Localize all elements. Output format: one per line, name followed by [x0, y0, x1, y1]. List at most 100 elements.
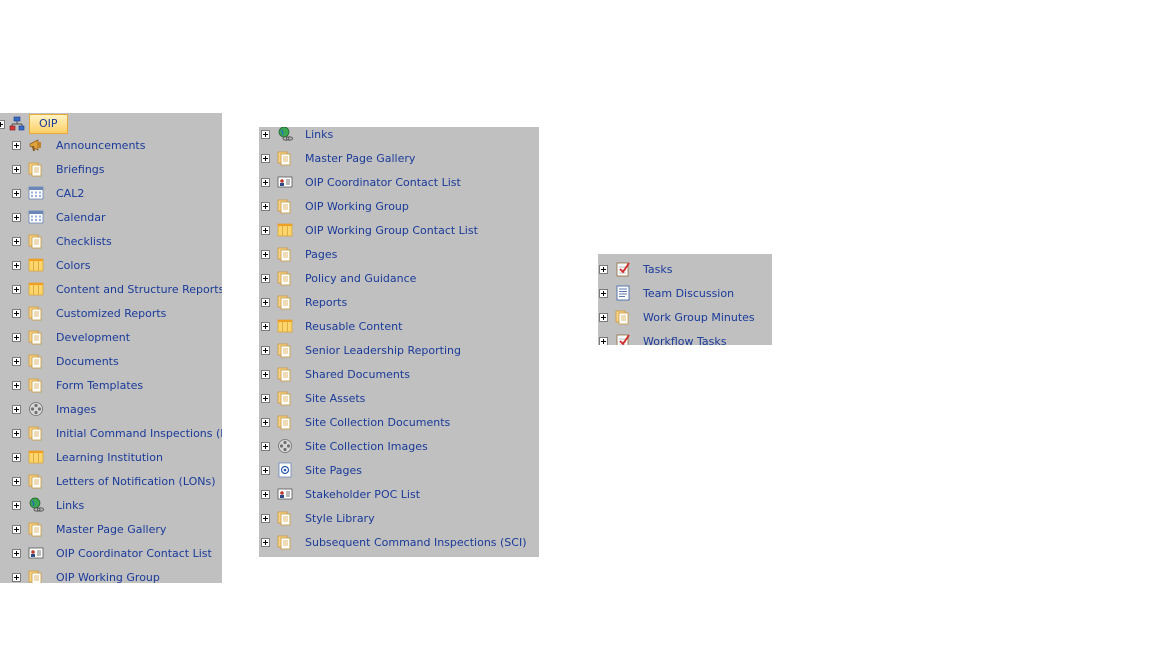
expand-toggle-icon[interactable]	[12, 404, 21, 414]
tree-node-site-collection-documents[interactable]: Site Collection Documents	[261, 410, 450, 434]
tree-node-label[interactable]: OIP Coordinator Contact List	[56, 547, 212, 560]
tree-node-label[interactable]: Reusable Content	[305, 320, 402, 333]
tree-node-tasks[interactable]: Tasks	[599, 257, 672, 281]
tree-node-learning-institution[interactable]: Learning Institution	[12, 445, 163, 469]
tree-node-site-collection-images[interactable]: Site Collection Images	[261, 434, 428, 458]
expand-toggle-icon[interactable]	[261, 273, 270, 283]
tree-node-label[interactable]: Site Assets	[305, 392, 365, 405]
tree-node-label[interactable]: Briefings	[56, 163, 105, 176]
tree-node-label[interactable]: Shared Documents	[305, 368, 410, 381]
tree-node-links[interactable]: Links	[261, 127, 333, 146]
expand-toggle-icon[interactable]	[12, 380, 21, 390]
expand-toggle-icon[interactable]	[12, 164, 21, 174]
expand-toggle-icon[interactable]	[261, 417, 270, 427]
expand-toggle-icon[interactable]	[599, 288, 608, 298]
tree-node-label[interactable]: Pages	[305, 248, 337, 261]
expand-toggle-icon[interactable]	[12, 524, 21, 534]
tree-node-announcements[interactable]: Announcements	[12, 133, 145, 157]
expand-toggle-icon[interactable]	[261, 489, 270, 499]
expand-toggle-icon[interactable]	[12, 500, 21, 510]
tree-node-letters-of-notification-lons[interactable]: Letters of Notification (LONs)	[12, 469, 216, 493]
tree-node-label[interactable]: Development	[56, 331, 130, 344]
tree-node-label[interactable]: Customized Reports	[56, 307, 166, 320]
expand-toggle-icon[interactable]	[599, 336, 608, 345]
tree-node-label[interactable]: Documents	[56, 355, 119, 368]
tree-node-label[interactable]: Content and Structure Reports	[56, 283, 222, 296]
tree-node-policy-and-guidance[interactable]: Policy and Guidance	[261, 266, 416, 290]
tree-node-work-group-minutes[interactable]: Work Group Minutes	[599, 305, 755, 329]
expand-toggle-icon[interactable]	[12, 284, 21, 294]
tree-node-label[interactable]: Reports	[305, 296, 347, 309]
tree-node-label[interactable]: Colors	[56, 259, 90, 272]
tree-node-label[interactable]: OIP Working Group	[56, 571, 160, 584]
tree-node-label[interactable]: Initial Command Inspections (ICI)	[56, 427, 222, 440]
expand-toggle-icon[interactable]	[12, 332, 21, 342]
tree-node-site-pages[interactable]: Site Pages	[261, 458, 362, 482]
tree-node-oip-working-group[interactable]: OIP Working Group	[12, 565, 160, 583]
tree-node-initial-command-inspections-ici[interactable]: Initial Command Inspections (ICI)	[12, 421, 222, 445]
tree-node-label[interactable]: OIP Coordinator Contact List	[305, 176, 461, 189]
tree-node-documents[interactable]: Documents	[12, 349, 119, 373]
expand-toggle-icon[interactable]	[261, 321, 270, 331]
tree-node-label[interactable]: Site Collection Documents	[305, 416, 450, 429]
expand-toggle-icon[interactable]	[261, 225, 270, 235]
tree-node-label[interactable]: Checklists	[56, 235, 112, 248]
tree-node-label[interactable]: CAL2	[56, 187, 84, 200]
tree-node-label[interactable]: Master Page Gallery	[305, 152, 415, 165]
expand-toggle-icon[interactable]	[12, 260, 21, 270]
tree-node-label[interactable]: Learning Institution	[56, 451, 163, 464]
expand-toggle-icon[interactable]	[261, 345, 270, 355]
expand-toggle-icon[interactable]	[12, 356, 21, 366]
tree-node-links[interactable]: Links	[12, 493, 84, 517]
tree-node-label[interactable]: Stakeholder POC List	[305, 488, 420, 501]
expand-toggle-icon[interactable]	[261, 201, 270, 211]
expand-toggle-icon[interactable]	[12, 548, 21, 558]
tree-node-label[interactable]: Form Templates	[56, 379, 143, 392]
tree-node-calendar[interactable]: Calendar	[12, 205, 105, 229]
tree-node-content-and-structure-reports[interactable]: Content and Structure Reports	[12, 277, 222, 301]
tree-node-style-library[interactable]: Style Library	[261, 506, 375, 530]
tree-node-workflow-tasks[interactable]: Workflow Tasks	[599, 329, 726, 345]
expand-toggle-icon[interactable]	[261, 513, 270, 523]
tree-node-reusable-content[interactable]: Reusable Content	[261, 314, 402, 338]
expand-toggle-icon[interactable]	[261, 465, 270, 475]
expand-toggle-icon[interactable]	[0, 119, 5, 129]
tree-node-oip-working-group[interactable]: OIP Working Group	[261, 194, 409, 218]
expand-toggle-icon[interactable]	[261, 129, 270, 139]
tree-node-oip-coordinator-contact-list[interactable]: OIP Coordinator Contact List	[261, 170, 461, 194]
tree-node-label[interactable]: OIP Working Group	[305, 200, 409, 213]
tree-node-label[interactable]: Team Discussion	[643, 287, 734, 300]
tree-node-colors[interactable]: Colors	[12, 253, 90, 277]
tree-node-site-assets[interactable]: Site Assets	[261, 386, 365, 410]
expand-toggle-icon[interactable]	[12, 188, 21, 198]
tree-node-form-templates[interactable]: Form Templates	[12, 373, 143, 397]
expand-toggle-icon[interactable]	[12, 140, 21, 150]
tree-node-team-discussion[interactable]: Team Discussion	[599, 281, 734, 305]
tree-root-node[interactable]: OIP	[0, 113, 68, 135]
tree-node-label[interactable]: Tasks	[643, 263, 672, 276]
tree-node-shared-documents[interactable]: Shared Documents	[261, 362, 410, 386]
tree-node-label[interactable]: Calendar	[56, 211, 105, 224]
tree-node-label[interactable]: Letters of Notification (LONs)	[56, 475, 216, 488]
tree-node-label[interactable]: Site Pages	[305, 464, 362, 477]
tree-node-label[interactable]: Workflow Tasks	[643, 335, 726, 346]
expand-toggle-icon[interactable]	[261, 153, 270, 163]
expand-toggle-icon[interactable]	[12, 428, 21, 438]
expand-toggle-icon[interactable]	[261, 177, 270, 187]
tree-node-stakeholder-poc-list[interactable]: Stakeholder POC List	[261, 482, 420, 506]
root-node-label[interactable]: OIP	[29, 114, 68, 134]
tree-node-label[interactable]: Senior Leadership Reporting	[305, 344, 461, 357]
expand-toggle-icon[interactable]	[261, 441, 270, 451]
tree-node-customized-reports[interactable]: Customized Reports	[12, 301, 166, 325]
expand-toggle-icon[interactable]	[599, 264, 608, 274]
expand-toggle-icon[interactable]	[261, 369, 270, 379]
tree-node-oip-working-group-contact-list[interactable]: OIP Working Group Contact List	[261, 218, 478, 242]
tree-node-label[interactable]: Links	[56, 499, 84, 512]
tree-node-label[interactable]: Policy and Guidance	[305, 272, 416, 285]
tree-node-label[interactable]: Links	[305, 128, 333, 141]
tree-node-checklists[interactable]: Checklists	[12, 229, 112, 253]
tree-node-senior-leadership-reporting[interactable]: Senior Leadership Reporting	[261, 338, 461, 362]
expand-toggle-icon[interactable]	[12, 452, 21, 462]
expand-toggle-icon[interactable]	[261, 249, 270, 259]
tree-node-development[interactable]: Development	[12, 325, 130, 349]
